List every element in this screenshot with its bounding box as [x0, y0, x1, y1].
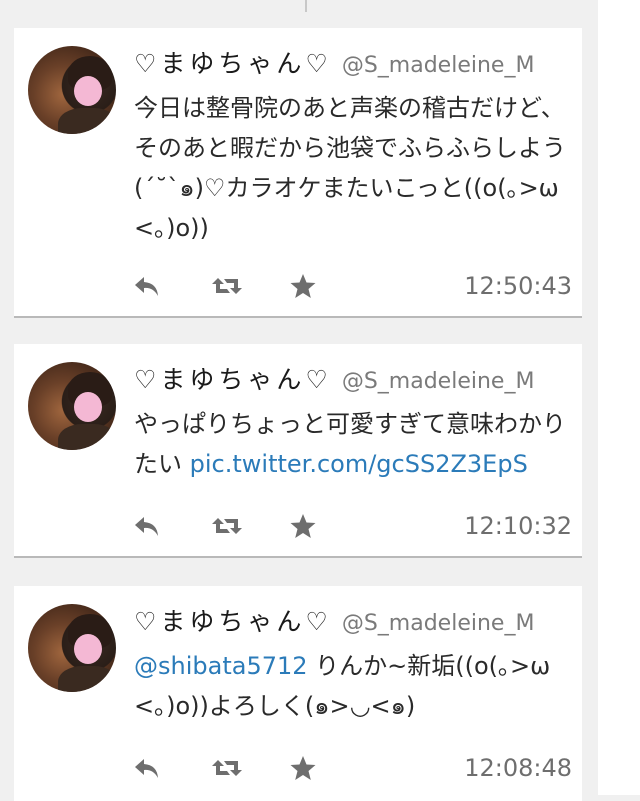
avatar-blurred-face [74, 392, 102, 422]
tweet-timestamp[interactable]: 12:10:32 [464, 510, 572, 542]
favorite-button[interactable] [288, 510, 318, 542]
retweet-button[interactable] [210, 270, 244, 302]
display-name[interactable]: ♡まゆちゃん♡ [134, 602, 332, 638]
favorite-star-icon [290, 514, 316, 538]
display-name[interactable]: ♡まゆちゃん♡ [134, 44, 332, 80]
media-link[interactable]: pic.twitter.com/gcSS2Z3EpS [190, 450, 528, 478]
favorite-button[interactable] [288, 752, 318, 784]
user-handle[interactable]: @S_madeleine_M [342, 369, 535, 394]
favorite-star-icon [290, 756, 316, 780]
display-name[interactable]: ♡まゆちゃん♡ [134, 360, 332, 396]
tweet-card[interactable]: ♡まゆちゃん♡ @S_madeleine_M @shibata5712 りんか~… [14, 586, 582, 801]
tweet-header: ♡まゆちゃん♡ @S_madeleine_M [134, 360, 535, 394]
retweet-button[interactable] [210, 510, 244, 542]
reply-icon [135, 277, 158, 296]
reply-icon [135, 759, 158, 778]
tweet-actions: 12:08:48 [132, 752, 572, 784]
tweet-header: ♡まゆちゃん♡ @S_madeleine_M [134, 44, 535, 78]
tweet-text: 今日は整骨院のあと声楽の稽古だけど、そのあと暇だから池袋でふらふらしよう(´˘`… [134, 94, 566, 242]
tweet-actions: 12:10:32 [132, 510, 572, 542]
user-handle[interactable]: @S_madeleine_M [342, 611, 535, 636]
retweet-icon [212, 278, 242, 294]
retweet-icon [212, 518, 242, 534]
favorite-star-icon [290, 274, 316, 298]
tweet-text: @shibata5712 りんか~新垢((o(｡>ω<｡)o))よろしく(๑>◡… [134, 646, 574, 726]
user-handle[interactable]: @S_madeleine_M [342, 53, 535, 78]
reply-button[interactable] [132, 270, 162, 302]
tweet-card[interactable]: ♡まゆちゃん♡ @S_madeleine_M やっぱりちょっと可愛すぎて意味わか… [14, 344, 582, 558]
avatar-blurred-face [74, 76, 102, 106]
tweet-text: やっぱりちょっと可愛すぎて意味わかりたい pic.twitter.com/gcS… [134, 404, 574, 484]
tweet-card[interactable]: ♡まゆちゃん♡ @S_madeleine_M 今日は整骨院のあと声楽の稽古だけど… [14, 28, 582, 318]
avatar-blurred-face [74, 634, 102, 664]
reply-icon [135, 517, 158, 536]
avatar-body-shape [58, 424, 116, 450]
retweet-icon [212, 760, 242, 776]
avatar[interactable] [28, 46, 116, 134]
right-margin [598, 0, 640, 795]
favorite-button[interactable] [288, 270, 318, 302]
mention-link[interactable]: @shibata5712 [134, 652, 308, 680]
reply-button[interactable] [132, 752, 162, 784]
tweet-header: ♡まゆちゃん♡ @S_madeleine_M [134, 602, 535, 636]
tweet-actions: 12:50:43 [132, 270, 572, 302]
avatar[interactable] [28, 362, 116, 450]
avatar-body-shape [58, 108, 116, 134]
reply-button[interactable] [132, 510, 162, 542]
tweet-timestamp[interactable]: 12:50:43 [464, 270, 572, 302]
avatar-body-shape [58, 666, 116, 692]
retweet-button[interactable] [210, 752, 244, 784]
avatar[interactable] [28, 604, 116, 692]
tweet-timestamp[interactable]: 12:08:48 [464, 752, 572, 784]
timeline-connector [305, 0, 307, 12]
